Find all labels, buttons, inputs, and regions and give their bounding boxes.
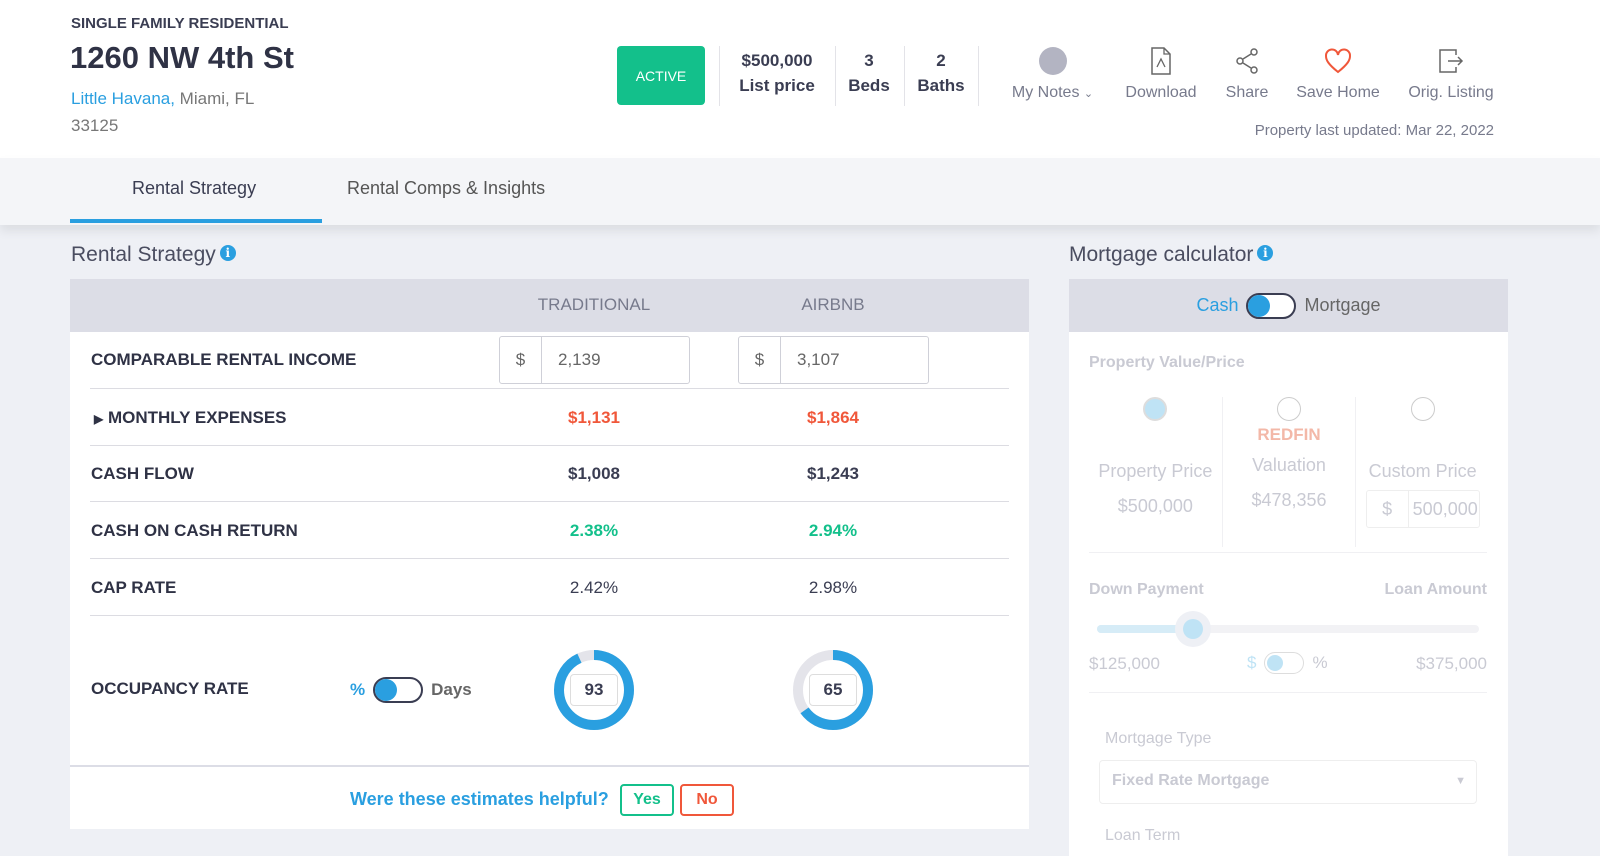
option-property-price[interactable]: Property Price $500,000 [1089, 397, 1223, 547]
feedback-bar: Were these estimates helpful? Yes No [70, 765, 1029, 829]
table-row[interactable]: ▶ MONTHLY EXPENSES $1,131 $1,864 [90, 389, 1009, 446]
divider [1089, 552, 1487, 553]
option-valuation[interactable]: REDFIN Valuation $478,356 [1223, 397, 1357, 547]
traditional-occupancy-value[interactable]: 93 [570, 674, 618, 706]
toggle-switch[interactable] [373, 677, 424, 703]
divider [904, 46, 905, 106]
pdf-icon [1151, 47, 1171, 75]
loan-amount-value: $375,000 [1416, 654, 1487, 673]
external-icon [1439, 49, 1464, 73]
property-value-label: Property Value/Price [1089, 354, 1245, 371]
table-row: CASH ON CASH RETURN 2.38% 2.94% [90, 502, 1009, 559]
zip: 33125 [71, 116, 119, 135]
property-type: SINGLE FAMILY RESIDENTIAL [71, 15, 289, 32]
caret-right-icon: ▶ [94, 412, 104, 426]
divider [719, 46, 720, 106]
monthly-expenses-toggle[interactable]: MONTHLY EXPENSES [108, 408, 287, 427]
heart-icon [1325, 48, 1351, 74]
table-header: TRADITIONAL AIRBNB [70, 279, 1029, 332]
beds: 3 Beds [848, 51, 890, 95]
download-button[interactable]: Download [1120, 46, 1202, 102]
property-location: Little Havana, Miami, FL 33125 [71, 85, 291, 139]
table-row: COMPARABLE RENTAL INCOME $2,139 $3,107 [90, 332, 1009, 389]
property-header: SINGLE FAMILY RESIDENTIAL 1260 NW 4th St… [0, 0, 1600, 158]
loan-amount-label: Loan Amount [1384, 581, 1488, 598]
col-airbnb: AIRBNB [801, 295, 865, 314]
share-icon [1236, 48, 1258, 74]
info-icon[interactable]: i [219, 245, 236, 261]
list-price: $500,000 List price [739, 51, 815, 95]
col-traditional: TRADITIONAL [537, 295, 651, 314]
down-payment-slider[interactable] [1097, 611, 1479, 647]
divider [978, 46, 979, 106]
tab-bar: Rental Strategy Rental Comps & Insights [0, 158, 1600, 225]
avatar [1038, 47, 1067, 75]
mortgage-type-label: Mortgage Type [1105, 730, 1212, 747]
info-icon[interactable]: i [1257, 245, 1274, 261]
redfin-logo: REDFIN [1257, 425, 1321, 444]
mortgage-label[interactable]: Mortgage [1304, 295, 1380, 316]
option-custom-price[interactable]: Custom Price $500,000 [1356, 397, 1489, 547]
share-button[interactable]: Share [1222, 46, 1272, 102]
divider [835, 46, 836, 106]
cash-label[interactable]: Cash [1196, 295, 1238, 316]
baths: 2 Baths [917, 51, 965, 95]
caret-down-icon: ▼ [1455, 775, 1466, 787]
save-home-button[interactable]: Save Home [1293, 46, 1383, 102]
airbnb-occupancy-value[interactable]: 65 [809, 674, 857, 706]
loan-term-label: Loan Term [1105, 827, 1181, 844]
my-notes-button[interactable]: My Notes ⌄ [1005, 46, 1100, 102]
city-state: Miami, FL [174, 89, 255, 108]
status-badge: ACTIVE [617, 46, 705, 105]
chevron-down-icon: ⌄ [1083, 88, 1094, 100]
mortgage-type-select[interactable]: Fixed Rate Mortgage ▼ [1099, 760, 1477, 804]
mortgage-title: Mortgage calculator i [1069, 243, 1274, 267]
cash-mortgage-switch[interactable] [1246, 292, 1297, 319]
tab-rental-strategy[interactable]: Rental Strategy [132, 178, 256, 199]
table-row: CAP RATE 2.42% 2.98% [90, 559, 1009, 616]
property-address: 1260 NW 4th St [70, 40, 294, 75]
down-payment-label: Down Payment [1089, 581, 1204, 598]
feedback-question: Were these estimates helpful? [350, 789, 609, 809]
tab-rental-comps[interactable]: Rental Comps & Insights [347, 178, 545, 199]
price-options: Property Price $500,000 REDFIN Valuation… [1089, 397, 1489, 547]
table-row: CASH FLOW $1,008 $1,243 [90, 446, 1009, 502]
down-unit-toggle[interactable]: $% [1247, 652, 1328, 674]
mortgage-calculator: Cash Mortgage Property Value/Price Prope… [1069, 279, 1508, 856]
occupancy-unit-toggle[interactable]: % Days [350, 677, 472, 703]
down-payment-value: $125,000 [1089, 654, 1160, 673]
traditional-income-input[interactable]: $2,139 [499, 336, 690, 384]
occupancy-label: OCCUPANCY RATE [91, 679, 249, 698]
airbnb-income-input[interactable]: $3,107 [738, 336, 929, 384]
active-tab-indicator [70, 219, 322, 223]
slider-handle[interactable] [1174, 611, 1211, 647]
custom-price-input[interactable]: $500,000 [1365, 490, 1480, 528]
rental-strategy-table: TRADITIONAL AIRBNB COMPARABLE RENTAL INC… [70, 279, 1029, 829]
no-button[interactable]: No [680, 784, 734, 816]
payment-toggle: Cash Mortgage [1069, 279, 1508, 332]
neighborhood-link[interactable]: Little Havana, [71, 89, 175, 108]
divider [1089, 692, 1487, 693]
last-updated: Property last updated: Mar 22, 2022 [1254, 122, 1494, 139]
yes-button[interactable]: Yes [620, 784, 674, 816]
orig-listing-button[interactable]: Orig. Listing [1404, 46, 1498, 102]
section-title: Rental Strategy i [71, 243, 236, 267]
